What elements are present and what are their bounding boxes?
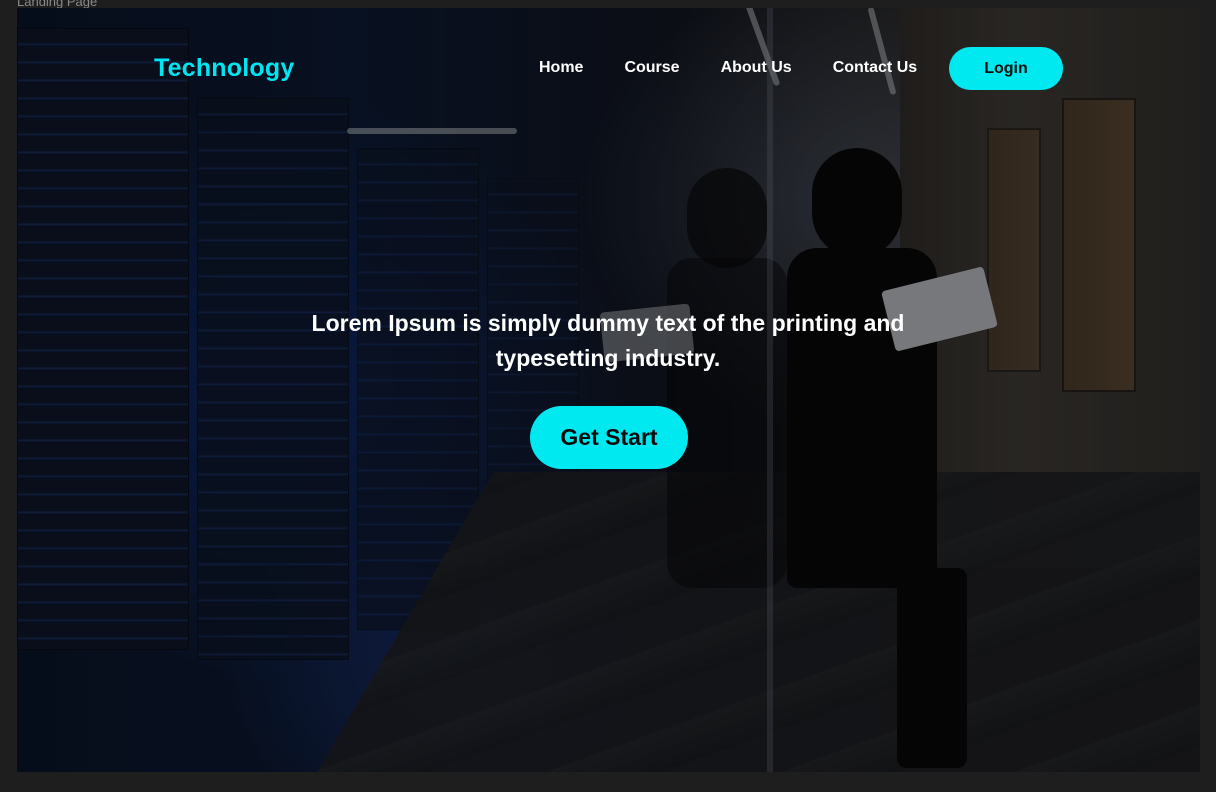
hero-headline: Lorem Ipsum is simply dummy text of the … [311,310,905,371]
top-navigation: Technology Home Course About Us Contact … [17,8,1200,130]
nav-link-course[interactable]: Course [624,59,679,77]
nav-link-contact-us[interactable]: Contact Us [833,59,917,77]
brand-logo[interactable]: Technology [154,54,294,83]
nav-links: Home Course About Us Contact Us [539,59,958,77]
landing-page-frame: Technology Home Course About Us Contact … [17,8,1200,772]
get-start-button[interactable]: Get Start [530,406,688,469]
login-button[interactable]: Login [949,47,1063,90]
nav-link-about-us[interactable]: About Us [721,59,792,77]
nav-link-home[interactable]: Home [539,59,583,77]
